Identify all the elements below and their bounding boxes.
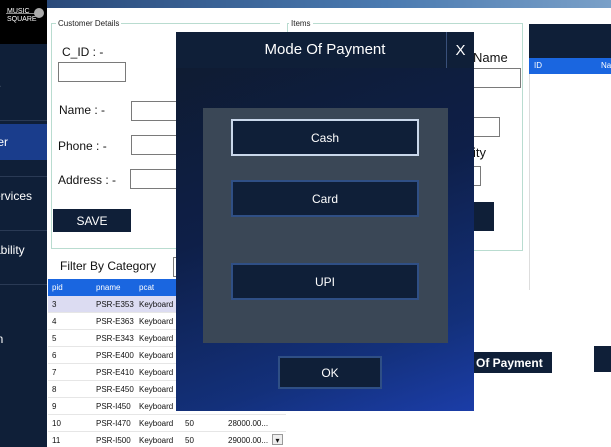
cell-pid: 7 (52, 368, 57, 377)
cell-pid: 6 (52, 351, 57, 360)
item-field[interactable] (472, 117, 500, 137)
cell-pname: PSR-E400 (96, 351, 134, 360)
cell-pname: PSR-E450 (96, 385, 134, 394)
table-row[interactable]: 11 PSR-I500 Keyboard 50 29000.00... (48, 432, 286, 447)
modal-title: Mode Of Payment (264, 41, 386, 58)
ok-button[interactable]: OK (278, 356, 382, 389)
cid-field[interactable] (58, 62, 126, 82)
sidebar-item-register[interactable]: ter (0, 124, 47, 160)
sidebar-item-label: ter (0, 135, 9, 149)
name-label: Name : - (59, 103, 106, 117)
cell-pcat: Keyboard (139, 419, 174, 428)
logo-disc-icon (34, 8, 44, 18)
col-pcat[interactable]: pcat (139, 283, 154, 292)
cell-pname: PSR-E410 (96, 368, 134, 377)
close-icon[interactable]: X (446, 32, 474, 68)
table-row[interactable]: 10 PSR-I470 Keyboard 50 28000.00... (48, 415, 286, 432)
cell-pcat: Keyboard (139, 385, 174, 394)
cell-pname: PSR-I450 (96, 402, 131, 411)
mode-of-payment-button[interactable]: Of Payment (474, 352, 552, 373)
sidebar-item-label: in (0, 332, 47, 346)
col-pid[interactable]: pid (52, 283, 63, 292)
sidebar-divider (0, 230, 47, 231)
upi-button[interactable]: UPI (231, 263, 419, 300)
quantity-label: ity (473, 145, 486, 160)
right-header-block (529, 24, 611, 58)
sidebar-item-admin[interactable]: in (0, 332, 47, 352)
cell-qty: 50 (185, 436, 194, 445)
payment-modal: Mode Of Payment X Cash Card UPI OK (176, 32, 474, 411)
right-action-button[interactable] (594, 346, 611, 372)
name-field[interactable] (131, 101, 181, 121)
col-name[interactable]: Na (601, 61, 611, 70)
item-name-field[interactable] (472, 68, 521, 88)
item-name-label: Name (473, 50, 508, 65)
scroll-down-icon[interactable]: ▾ (272, 434, 283, 445)
cell-pname: PSR-E353 (96, 300, 134, 309)
cid-label: C_ID : - (62, 45, 104, 59)
sidebar-item-label: e (0, 79, 47, 93)
col-pname[interactable]: pname (96, 283, 120, 292)
cash-button[interactable]: Cash (231, 119, 419, 156)
cell-pname: PSR-E343 (96, 334, 134, 343)
sidebar-item-availability[interactable]: ability (0, 243, 47, 263)
cell-pcat: Keyboard (139, 351, 174, 360)
modal-header: Mode Of Payment X (176, 32, 474, 68)
logo-line-2: SQUARE (7, 16, 37, 23)
bill-grid[interactable] (529, 74, 611, 290)
customer-details-title: Customer Details (56, 19, 122, 28)
address-field[interactable] (130, 169, 180, 189)
sidebar-divider (0, 284, 47, 285)
app-logo: MUSIC SQUARE (0, 0, 47, 44)
cell-pid: 4 (52, 317, 57, 326)
cell-pcat: Keyboard (139, 402, 174, 411)
items-title: Items (289, 19, 313, 28)
cell-pcat: Keyboard (139, 368, 174, 377)
phone-field[interactable] (131, 135, 181, 155)
cell-pname: PSR-E363 (96, 317, 134, 326)
cell-pname: PSR-I500 (96, 436, 131, 445)
filter-label: Filter By Category (60, 259, 157, 273)
cell-pname: PSR-I470 (96, 419, 131, 428)
sidebar-divider (0, 120, 47, 121)
cell-pcat: Keyboard (139, 317, 174, 326)
cell-pid: 10 (52, 419, 61, 428)
cell-pcat: Keyboard (139, 334, 174, 343)
sidebar-item-label: ability (0, 243, 25, 257)
add-item-button[interactable] (472, 202, 494, 231)
sidebar-item-home[interactable]: e (0, 79, 47, 99)
card-button[interactable]: Card (231, 180, 419, 217)
right-grid-header: ID Na (529, 58, 611, 74)
cell-pid: 9 (52, 402, 57, 411)
save-button[interactable]: SAVE (53, 209, 131, 232)
cell-pid: 5 (52, 334, 57, 343)
sidebar-divider (0, 176, 47, 177)
cell-qty: 50 (185, 419, 194, 428)
phone-label: Phone : - (58, 139, 107, 153)
sidebar-item-services[interactable]: ervices (0, 189, 47, 209)
cell-price: 28000.00... (228, 419, 269, 428)
logo-divider (6, 13, 36, 14)
cell-pid: 3 (52, 300, 57, 309)
cell-pid: 8 (52, 385, 57, 394)
sidebar-item-label: ervices (0, 189, 33, 203)
cell-pcat: Keyboard (139, 436, 174, 445)
sidebar: MUSIC SQUARE e ter ervices ability in (0, 0, 47, 447)
cell-pid: 11 (52, 436, 61, 445)
top-bar (47, 0, 611, 8)
col-id[interactable]: ID (534, 61, 542, 70)
address-label: Address : - (58, 173, 117, 187)
cell-pcat: Keyboard (139, 300, 174, 309)
cell-price: 29000.00... (228, 436, 269, 445)
